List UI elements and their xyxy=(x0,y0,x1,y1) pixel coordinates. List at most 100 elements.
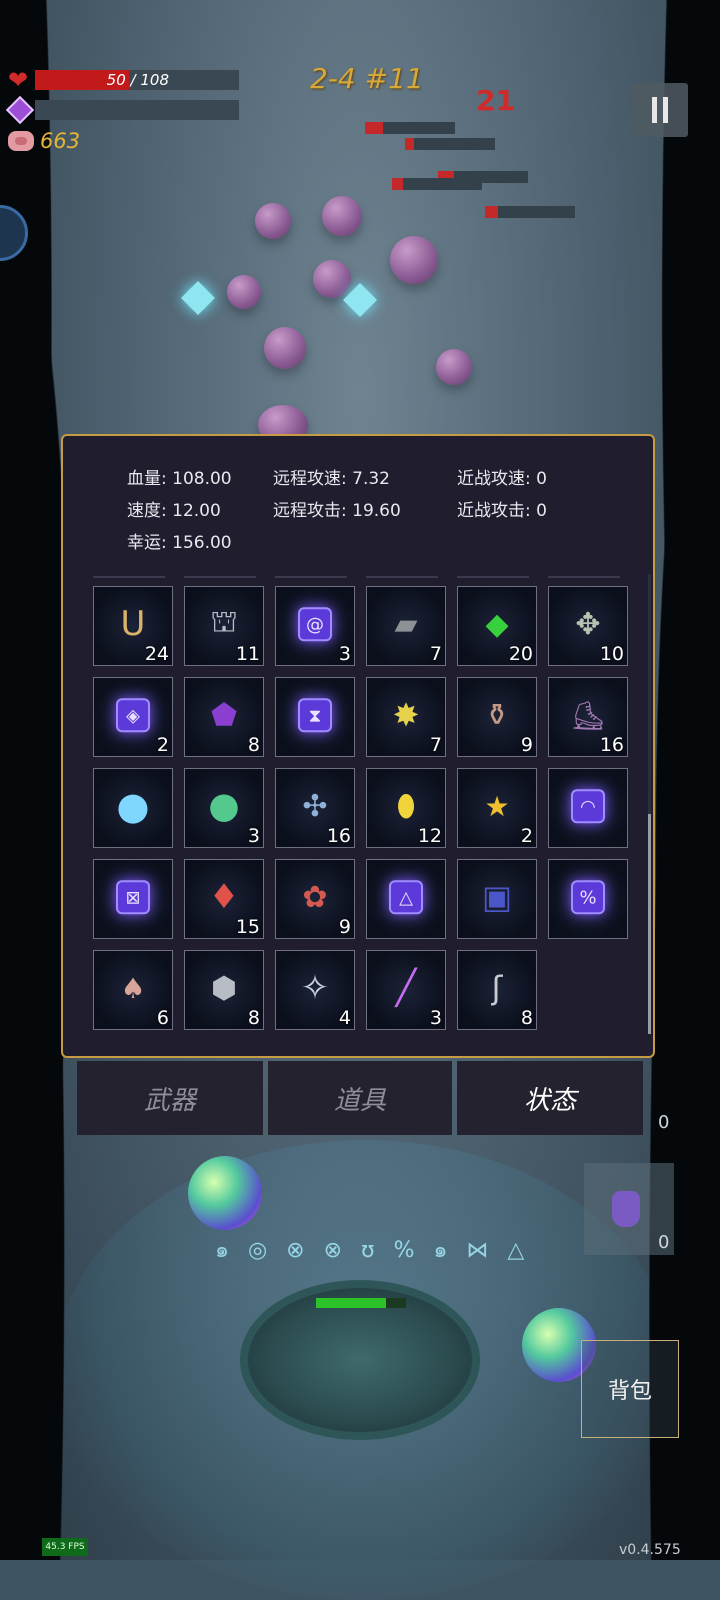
player-energy-bar xyxy=(316,1298,406,1308)
item-slot[interactable]: % xyxy=(548,859,628,939)
item-slot[interactable]: ⬮ 12 xyxy=(366,768,446,848)
blue-orb-icon: ● xyxy=(116,783,150,828)
item-slot[interactable]: ⚱ 9 xyxy=(457,677,537,757)
item-slot[interactable]: ✥ 10 xyxy=(548,586,628,666)
hp-bar: 50 / 108 xyxy=(35,70,239,90)
damage-popup: 21 xyxy=(476,84,515,117)
enemy-health-bar xyxy=(485,206,575,218)
item-count: 9 xyxy=(338,916,351,938)
item-slot[interactable]: ⊠ xyxy=(93,859,173,939)
enemy-blob xyxy=(227,275,261,309)
status-panel: 血量: 108.00 远程攻速: 7.32 近战攻速: 0 速度: 12.00 … xyxy=(61,434,655,1058)
slot-count-top: 0 xyxy=(658,1112,670,1133)
item-slot[interactable]: ◆ 20 xyxy=(457,586,537,666)
item-count: 12 xyxy=(417,825,442,847)
vase-icon: ⚱ xyxy=(484,697,510,733)
item-count: 7 xyxy=(429,643,442,665)
item-slot[interactable]: ⛸ 16 xyxy=(548,677,628,757)
stat-melee-attack: 近战攻击: 0 xyxy=(457,501,547,521)
fps-counter: 45.3 FPS xyxy=(42,1538,88,1556)
item-slot[interactable]: ⛫ 11 xyxy=(184,586,264,666)
coin-count: 663 xyxy=(40,129,81,153)
item-slot[interactable]: ✸ 7 xyxy=(366,677,446,757)
boots-icon: ⛸ xyxy=(570,698,606,732)
piggy-bank-icon xyxy=(8,131,34,151)
item-slot[interactable]: ♦ 15 xyxy=(184,859,264,939)
triangle-rune-icon: △ xyxy=(389,880,423,915)
item-slot[interactable]: ⧗ xyxy=(275,677,355,757)
item-count: 11 xyxy=(235,643,260,665)
hp-row: ❤ xyxy=(8,66,28,94)
item-slot[interactable]: ◈ 2 xyxy=(93,677,173,757)
enemy-health-bar xyxy=(365,122,455,134)
stat-luck: 幸运: 156.00 xyxy=(127,533,232,553)
rainbow-orb-icon: ● xyxy=(208,785,240,827)
item-count: 8 xyxy=(247,1007,260,1029)
item-count: 16 xyxy=(326,825,351,847)
cloak-icon: ⛫ xyxy=(210,604,238,640)
item-slot[interactable]: ● xyxy=(93,768,173,848)
tab-weapons[interactable]: 武器 xyxy=(77,1061,263,1135)
star-trophy-icon: ★ xyxy=(484,789,510,823)
item-count: 6 xyxy=(156,1007,169,1029)
item-count: 7 xyxy=(429,734,442,756)
red-flower-icon: ✿ xyxy=(302,879,328,915)
item-count: 9 xyxy=(520,734,533,756)
enemy-blob xyxy=(390,236,438,284)
item-slot[interactable]: ▣ xyxy=(457,859,537,939)
item-slot[interactable]: ★ 2 xyxy=(457,768,537,848)
item-slot[interactable]: ⬢ 8 xyxy=(184,950,264,1030)
item-slot[interactable]: △ xyxy=(366,859,446,939)
item-slot[interactable]: ʃ8 xyxy=(457,950,537,1030)
bag-button[interactable]: 背包 xyxy=(581,1340,679,1438)
coin-row: 663 xyxy=(8,129,80,153)
item-slot[interactable]: U 24 xyxy=(93,586,173,666)
pause-button[interactable] xyxy=(632,83,688,137)
item-count: 15 xyxy=(235,916,260,938)
item-slot[interactable]: ╱ 3 xyxy=(366,950,446,1030)
enemy-blob xyxy=(264,327,306,369)
yellow-gem-icon: ⬮ xyxy=(396,788,416,824)
hourglass-rune-icon: ⧗ xyxy=(298,698,332,733)
rune-circle: ๑ ◎ ⊗ ⊗ ʊ % ๑ ⋈ △ xyxy=(215,1238,531,1263)
heart-icon: ❤ xyxy=(8,66,29,94)
item-slot[interactable]: ▰ 7 xyxy=(366,586,446,666)
grid-scrollbar-thumb[interactable] xyxy=(648,814,651,1034)
eye-rune-icon: ◈ xyxy=(116,698,150,733)
arc-rune-icon: ◠ xyxy=(571,789,605,824)
tab-items[interactable]: 道具 xyxy=(268,1061,452,1135)
stat-speed: 速度: 12.00 xyxy=(127,501,221,521)
item-count: 16 xyxy=(599,734,624,756)
item-slot[interactable]: ✧ 4 xyxy=(275,950,355,1030)
orb-left xyxy=(188,1156,262,1230)
stone-tablet-icon: ▰ xyxy=(394,606,418,642)
item-count: 3 xyxy=(247,825,260,847)
item-slot[interactable]: ● 3 xyxy=(184,768,264,848)
hook-icon: ʃ xyxy=(491,969,503,1008)
spiral-rune-icon: @ xyxy=(298,607,332,642)
cross-rune-icon: ⊠ xyxy=(116,880,150,915)
item-slot[interactable]: ◠ xyxy=(548,768,628,848)
item-slot[interactable]: @3 xyxy=(275,586,355,666)
enemy-blob xyxy=(322,196,362,236)
item-count: 24 xyxy=(144,643,169,665)
tab-status[interactable]: 状态 xyxy=(457,1061,643,1135)
item-slot[interactable]: ⬟ 8 xyxy=(184,677,264,757)
item-count: 20 xyxy=(508,643,533,665)
item-count: 8 xyxy=(247,734,260,756)
item-slot[interactable]: ♠ 6 xyxy=(93,950,173,1030)
compass-icon: ✧ xyxy=(300,968,330,1008)
purple-wand-icon: ╱ xyxy=(395,968,417,1008)
octopus-icon: ✥ xyxy=(575,606,601,642)
grid-top-divider xyxy=(93,576,653,578)
spellbook-icon: ▣ xyxy=(481,878,513,917)
item-count: 2 xyxy=(156,734,169,756)
item-slot[interactable]: ✣ 16 xyxy=(275,768,355,848)
hp-text: 50 / 108 xyxy=(106,71,169,89)
item-count: 3 xyxy=(429,1007,442,1029)
level-indicator: 2-4 #11 xyxy=(310,62,424,95)
grid-scrollbar[interactable] xyxy=(648,574,651,1034)
item-slot[interactable]: ✿ 9 xyxy=(275,859,355,939)
item-count: 8 xyxy=(520,1007,533,1029)
stat-hp: 血量: 108.00 xyxy=(127,469,232,489)
